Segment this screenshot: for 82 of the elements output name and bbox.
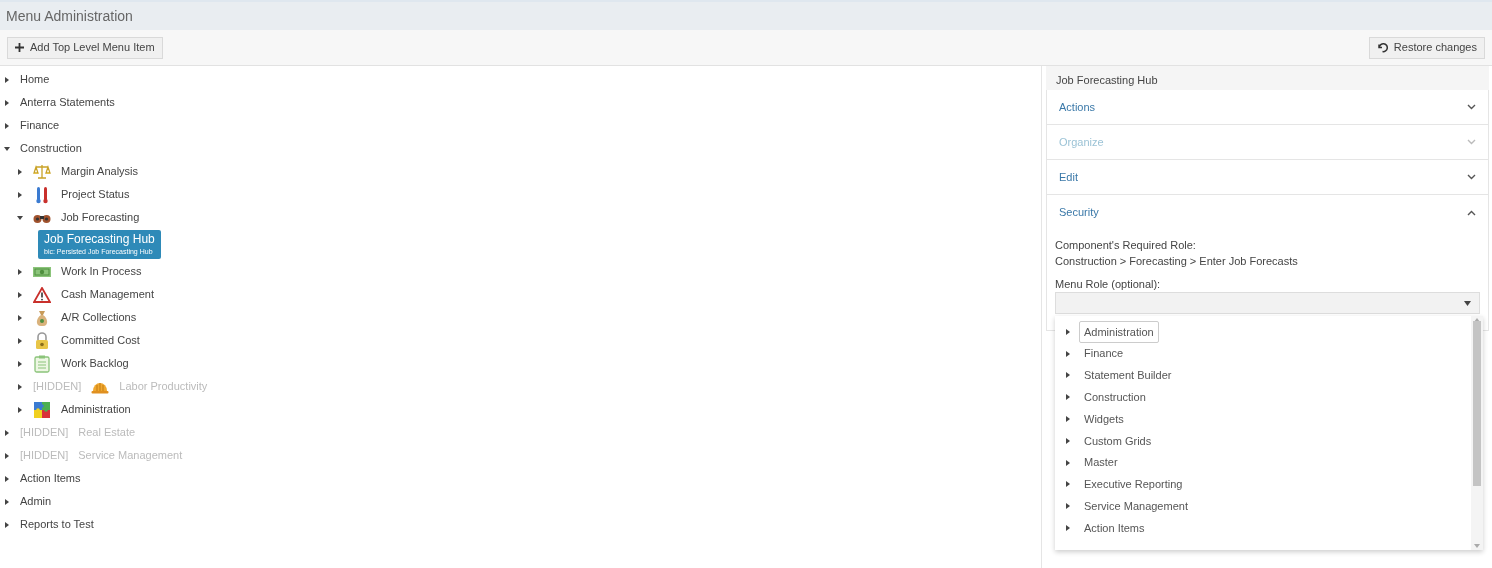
tree-node-label[interactable]: Action Items [20, 470, 81, 487]
accordion-header[interactable]: Actions [1047, 90, 1488, 125]
clipboard-icon [33, 354, 51, 373]
collapsed-arrow-icon[interactable] [4, 452, 10, 459]
tree-node-label[interactable]: Work Backlog [61, 355, 129, 372]
tree-node-label[interactable]: Job Forecasting [61, 209, 140, 226]
collapsed-arrow-icon[interactable] [17, 383, 23, 390]
collapsed-arrow-icon[interactable] [17, 268, 23, 275]
panel-title: Job Forecasting Hub [1046, 66, 1489, 90]
money-icon [33, 265, 51, 278]
dropdown-option[interactable]: Statement Builder [1079, 364, 1177, 387]
collapsed-arrow-icon[interactable] [17, 314, 23, 321]
undo-icon [1376, 42, 1388, 53]
dropdown-option[interactable]: Service Management [1079, 495, 1193, 518]
collapsed-arrow-icon[interactable] [4, 521, 10, 528]
chevron-down-icon [1467, 104, 1476, 110]
collapsed-arrow-icon[interactable] [1065, 437, 1071, 444]
collapsed-arrow-icon[interactable] [1065, 372, 1071, 379]
dropdown-option[interactable]: Action Items [1079, 516, 1150, 540]
chevron-up-icon [1467, 209, 1476, 216]
tree-node-label[interactable]: Cash Management [61, 286, 154, 303]
chevron-down-icon [1467, 139, 1476, 145]
collapsed-arrow-icon[interactable] [4, 76, 10, 83]
thermometer-icon [33, 185, 51, 204]
add-menu-item-button[interactable]: Add Top Level Menu Item [7, 36, 163, 59]
padlock-icon [33, 331, 51, 350]
collapsed-arrow-icon[interactable] [4, 498, 10, 505]
tree-node-label[interactable]: Project Status [61, 186, 130, 203]
collapsed-arrow-icon[interactable] [17, 360, 23, 367]
accordion-header[interactable]: Edit [1047, 160, 1488, 195]
collapsed-arrow-icon[interactable] [1065, 328, 1071, 335]
tree-node-label[interactable]: Anterra Statements [20, 94, 115, 111]
collapsed-arrow-icon[interactable] [1065, 503, 1071, 510]
dropdown-option[interactable]: Executive Reporting [1079, 473, 1188, 496]
collapsed-arrow-icon[interactable] [1065, 394, 1071, 401]
required-role-label: Component's Required Role: [1055, 238, 1197, 253]
dropdown-option[interactable]: Master [1079, 451, 1123, 474]
plus-icon [15, 43, 24, 52]
tree-node-label[interactable]: Margin Analysis [61, 163, 139, 180]
dropdown-option[interactable]: Construction [1079, 386, 1151, 409]
collapsed-arrow-icon[interactable] [1065, 350, 1071, 357]
collapsed-arrow-icon[interactable] [1065, 481, 1071, 488]
tree-node-label[interactable]: Committed Cost [61, 332, 140, 349]
dropdown-option[interactable]: Administration [1079, 320, 1159, 344]
dropdown-option[interactable]: Widgets [1079, 407, 1129, 431]
collapsed-arrow-icon[interactable] [17, 337, 23, 344]
chevron-down-icon [1467, 174, 1476, 180]
collapsed-arrow-icon[interactable] [4, 429, 10, 436]
tree-node-label[interactable]: Home [20, 71, 50, 88]
scales-icon [33, 163, 51, 180]
dropdown-caret-icon [1464, 300, 1471, 306]
accordion-header[interactable]: Security [1047, 195, 1488, 230]
puzzle-pieces-icon [33, 400, 51, 419]
dropdown-option[interactable]: Finance [1079, 342, 1129, 365]
collapsed-arrow-icon[interactable] [4, 122, 10, 129]
hidden-tag: [HIDDEN] [20, 424, 69, 441]
restore-changes-button[interactable]: Restore changes [1368, 36, 1485, 59]
hidden-tag: [HIDDEN] [20, 447, 69, 464]
dropdown-option[interactable]: Custom Grids [1079, 429, 1157, 453]
collapsed-arrow-icon[interactable] [4, 99, 10, 106]
tree-node-label[interactable]: Reports to Test [20, 516, 94, 533]
menu-role-label: Menu Role (optional): [1055, 277, 1162, 292]
expanded-arrow-icon[interactable] [4, 145, 10, 152]
collapsed-arrow-icon[interactable] [1065, 525, 1071, 532]
collapsed-arrow-icon[interactable] [4, 475, 10, 482]
tree-node-label[interactable]: Administration [61, 401, 131, 418]
required-role-value: Construction > Forecasting > Enter Job Forecasts [1055, 254, 1299, 269]
tree-node-label[interactable]: Admin [20, 493, 52, 510]
collapsed-arrow-icon[interactable] [17, 291, 23, 298]
collapsed-arrow-icon[interactable] [1065, 459, 1071, 466]
warning-icon [33, 286, 51, 303]
tree-node-label[interactable]: Work In Process [61, 263, 142, 280]
hidden-tag: [HIDDEN] [33, 378, 82, 395]
page-title: Menu Administration [6, 6, 133, 26]
collapsed-arrow-icon[interactable] [17, 191, 23, 198]
expanded-arrow-icon[interactable] [17, 214, 23, 221]
tree-node-label[interactable]: Finance [20, 117, 60, 134]
collapsed-arrow-icon[interactable] [17, 168, 23, 175]
collapsed-arrow-icon[interactable] [1065, 416, 1071, 423]
collapsed-arrow-icon[interactable] [17, 406, 23, 413]
tree-node-label[interactable]: A/R Collections [61, 309, 137, 326]
tree-node-label[interactable]: Construction [20, 140, 82, 157]
